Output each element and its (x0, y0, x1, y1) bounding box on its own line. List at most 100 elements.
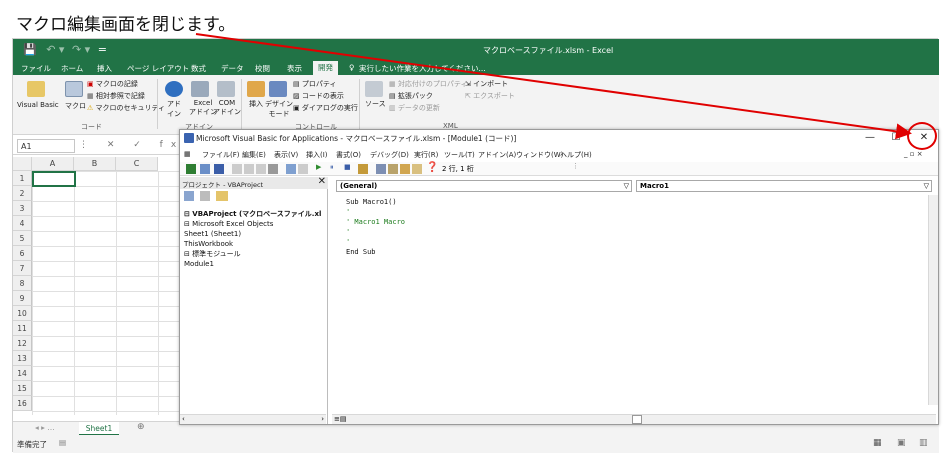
menu-edit[interactable]: 編集(E) (242, 150, 266, 160)
selected-cell-a1[interactable] (32, 171, 76, 187)
row-header[interactable]: 15 (13, 381, 32, 396)
sheet-tab-sheet1[interactable]: Sheet1 (79, 422, 119, 436)
menu-insert[interactable]: 挿入(I) (306, 150, 328, 160)
undo-icon[interactable]: ↶ ▾ (46, 43, 64, 56)
object-dropdown[interactable]: (General) ▽ (336, 180, 632, 192)
tree-node-thisworkbook[interactable]: ThisWorkbook (184, 239, 321, 249)
tree-node-module1[interactable]: Module1 (184, 259, 321, 269)
row-header[interactable]: 6 (13, 246, 32, 261)
insert-control-button[interactable]: 挿入 (249, 99, 263, 109)
row-header[interactable]: 14 (13, 366, 32, 381)
scroll-right-icon[interactable]: › (321, 415, 324, 423)
menu-window[interactable]: ウィンドウ(W) (516, 150, 563, 160)
help-icon[interactable]: ❓ (426, 162, 438, 173)
row-header[interactable]: 10 (13, 306, 32, 321)
toolbox-icon[interactable] (412, 164, 422, 174)
tab-data[interactable]: データ (221, 63, 244, 74)
normal-view-icon[interactable]: ▦ (873, 438, 882, 448)
addin-button[interactable]: アド イン (167, 99, 181, 119)
import-button[interactable]: ⇲ インポート (465, 79, 508, 89)
tab-insert[interactable]: 挿入 (97, 63, 112, 74)
view-code-button[interactable]: ▨ コードの表示 (293, 91, 344, 101)
view-code-icon[interactable] (184, 191, 194, 201)
column-header-c[interactable]: C (116, 157, 158, 171)
customize-qat-icon[interactable]: = (98, 43, 107, 56)
project-explorer-icon[interactable] (376, 164, 386, 174)
scroll-left-icon[interactable]: ‹ (182, 415, 185, 423)
menu-addin[interactable]: アドイン(A) (478, 150, 516, 160)
code-editor[interactable]: Sub Macro1() ' ' Macro1 Macro ' ' End Sub (346, 197, 405, 257)
row-header[interactable]: 3 (13, 201, 32, 216)
macro-security-button[interactable]: ⚠ マクロのセキュリティ (87, 103, 165, 113)
row-header[interactable]: 16 (13, 396, 32, 411)
row-header[interactable]: 5 (13, 231, 32, 246)
cell-grid[interactable] (32, 171, 180, 415)
row-header[interactable]: 13 (13, 351, 32, 366)
inner-window-buttons[interactable]: _ ▫ × (904, 150, 923, 158)
menu-run[interactable]: 実行(R) (414, 150, 438, 160)
row-header[interactable]: 8 (13, 276, 32, 291)
column-header-b[interactable]: B (74, 157, 116, 171)
menu-file[interactable]: ファイル(F) (202, 150, 240, 160)
menu-view[interactable]: 表示(V) (274, 150, 298, 160)
tell-me-input[interactable]: 実行したい作業を入力してください... (359, 63, 486, 74)
name-box[interactable]: A1 (17, 139, 75, 153)
tab-file[interactable]: ファイル (21, 63, 51, 74)
menu-format[interactable]: 書式(O) (336, 150, 361, 160)
formula-buttons[interactable]: ⋮ ✕ ✓ fx (79, 140, 184, 150)
row-header[interactable]: 7 (13, 261, 32, 276)
properties-window-icon[interactable] (388, 164, 398, 174)
properties-button[interactable]: ▤ プロパティ (293, 79, 336, 89)
minimize-button[interactable]: — (860, 131, 880, 145)
paste-icon[interactable] (256, 164, 266, 174)
tab-page-layout[interactable]: ページ レイアウト (127, 63, 189, 74)
copy-icon[interactable] (244, 164, 254, 174)
code-hscrollbar[interactable]: ≡▤ (332, 414, 936, 424)
toggle-folders-icon[interactable] (216, 191, 228, 201)
excel-view-icon[interactable] (186, 164, 196, 174)
row-header[interactable]: 11 (13, 321, 32, 336)
procedure-dropdown[interactable]: Macro1 ▽ (636, 180, 932, 192)
row-header[interactable]: 4 (13, 216, 32, 231)
run-dialog-button[interactable]: ▣ ダイアログの実行 (293, 103, 358, 113)
menu-tools[interactable]: ツール(T) (444, 150, 475, 160)
run-icon[interactable]: ▶ (316, 163, 321, 171)
page-layout-view-icon[interactable]: ▣ (897, 438, 906, 448)
tab-home[interactable]: ホーム (61, 63, 83, 74)
cut-icon[interactable] (232, 164, 242, 174)
menu-debug[interactable]: デバッグ(D) (370, 150, 409, 160)
sheet-nav-arrows[interactable]: ◂ ▸ … (35, 423, 55, 432)
row-header[interactable]: 1 (13, 171, 32, 186)
tab-developer[interactable]: 開発 (313, 61, 338, 75)
record-macro-button[interactable]: ▣ マクロの記録 (87, 79, 138, 89)
design-mode-icon[interactable] (358, 164, 368, 174)
insert-module-icon[interactable] (200, 164, 210, 174)
refresh-data-button[interactable]: ▥ データの更新 (389, 103, 440, 113)
pause-icon[interactable]: ⏸ (330, 163, 334, 172)
row-header[interactable]: 12 (13, 336, 32, 351)
tree-node-standard-modules[interactable]: ⊟ 標準モジュール (184, 249, 321, 259)
row-header[interactable]: 9 (13, 291, 32, 306)
design-mode-button[interactable]: デザイン モード (265, 99, 293, 119)
scroll-thumb[interactable] (632, 415, 642, 424)
export-button[interactable]: ⇱ エクスポート (465, 91, 515, 101)
code-vscrollbar[interactable] (928, 195, 938, 405)
page-break-view-icon[interactable]: ▥ (919, 438, 928, 448)
map-props-button[interactable]: ▦ 対応付けのプロパティ (389, 79, 467, 89)
view-toggle-icons[interactable]: ≡▤ (334, 415, 346, 423)
expansion-pack-button[interactable]: ▤ 拡張パック (389, 91, 433, 101)
close-icon[interactable]: ✕ (318, 176, 326, 187)
tab-view[interactable]: 表示 (287, 63, 302, 74)
select-all-corner[interactable] (13, 157, 32, 171)
tab-review[interactable]: 校閲 (255, 63, 270, 74)
com-addin-button[interactable]: COM アドイン (213, 99, 241, 117)
save-icon[interactable] (214, 164, 224, 174)
tree-node-excel-objects[interactable]: ⊟ Microsoft Excel Objects (184, 219, 321, 229)
add-sheet-icon[interactable]: ⊕ (137, 422, 145, 432)
save-icon[interactable]: 💾 (23, 43, 37, 56)
visual-basic-button[interactable]: Visual Basic (17, 101, 59, 109)
relative-ref-button[interactable]: ▦ 相対参照で記録 (87, 91, 145, 101)
project-hscrollbar[interactable]: ‹ › (180, 414, 326, 424)
column-header-a[interactable]: A (32, 157, 74, 171)
undo-icon[interactable] (286, 164, 296, 174)
